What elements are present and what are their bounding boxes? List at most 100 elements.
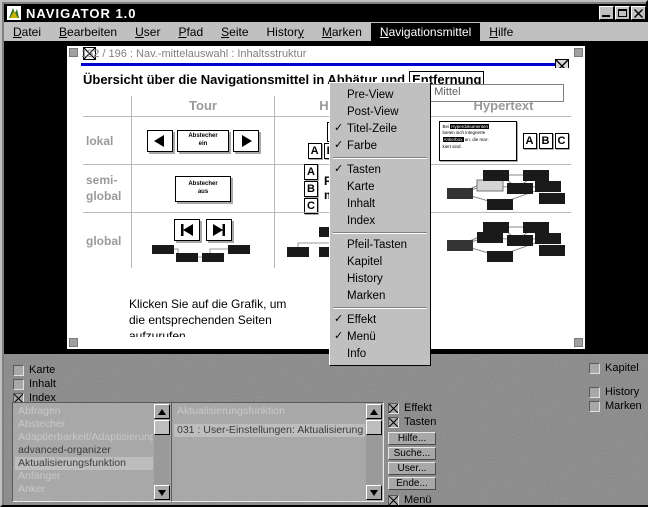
result-scroll-thumb[interactable] — [366, 420, 382, 435]
index-list[interactable]: Abfragen Abstecher Adaptierbarkeit/Adapt… — [15, 405, 153, 499]
maximize-button[interactable] — [615, 6, 630, 20]
letter-a[interactable]: A — [307, 143, 322, 159]
karte-checkbox-box[interactable] — [13, 364, 24, 376]
list-item[interactable]: Abfragen — [15, 405, 153, 418]
result-scroll-down-button[interactable] — [366, 485, 382, 500]
ht-letter-a[interactable]: A — [522, 132, 537, 149]
page-content: Übersicht über die Navigationsmittel in … — [81, 68, 571, 337]
close-button[interactable] — [631, 6, 646, 20]
list-item[interactable]: Anfänger — [15, 470, 153, 483]
menuitem-history[interactable]: History — [330, 270, 430, 287]
list-item[interactable]: Adaptierbarkeit/Adaptisierung — [15, 431, 153, 444]
caret-down-icon — [370, 489, 378, 496]
cell-hypertext-lokal[interactable]: Bei Hyperdokumenten bieten sich integrie… — [427, 116, 571, 164]
history-checkbox-box[interactable] — [589, 386, 600, 398]
ende-button[interactable]: Ende... — [388, 477, 436, 490]
menuitem-titel-zeile[interactable]: ✓ Titel-Zeile — [330, 120, 430, 137]
checkbox-menue[interactable]: Menü — [388, 494, 436, 505]
ht-letter-c[interactable]: C — [554, 132, 569, 149]
rs-letter-a[interactable]: A — [303, 163, 318, 180]
window-title-bar: NAVIGATOR 1.0 — [4, 4, 648, 22]
kapitel-checkbox-box[interactable] — [589, 362, 600, 374]
tasten-checkbox-box[interactable] — [388, 416, 399, 428]
result-item-selected[interactable]: 031 : User-Einstellungen: Aktualisierung — [174, 424, 365, 437]
menu-hilfe[interactable]: Hilfe — [480, 23, 522, 41]
ht-hl2: Ankerbox — [442, 137, 464, 143]
detour-on-button[interactable]: Abstecher ein — [177, 129, 229, 152]
minimize-button[interactable] — [599, 6, 614, 20]
navmittel-combo[interactable]: d. Mittel — [418, 84, 564, 102]
menuitem-index[interactable]: Index — [330, 212, 430, 229]
list-item[interactable]: Anmerkungen — [15, 496, 153, 499]
marken-checkbox-box[interactable] — [589, 400, 600, 412]
cell-tour-semiglobal[interactable]: Abstecher aus — [131, 164, 274, 212]
effekt-checkbox-box[interactable] — [388, 402, 399, 414]
menu-marken[interactable]: Marken — [313, 23, 371, 41]
result-list-panel: Aktualisierungsfunktion 031 : User-Einst… — [171, 402, 384, 502]
resize-handle-top-left[interactable] — [69, 48, 78, 57]
hypertext-anchor-box[interactable]: Bei Hyperdokumenten bieten sich integrie… — [438, 120, 517, 161]
menu-pfad[interactable]: Pfad — [169, 23, 212, 41]
menuitem-kapitel[interactable]: Kapitel — [330, 253, 430, 270]
prev-arrow-button[interactable] — [147, 129, 173, 152]
resize-handle-bottom-left[interactable] — [69, 338, 78, 347]
menuitem-pfeil-tasten[interactable]: Pfeil-Tasten — [330, 236, 430, 253]
list-item[interactable]: advanced-organizer — [15, 444, 153, 457]
ht-text3: an, die mar- — [464, 137, 489, 143]
ht-letter-b[interactable]: B — [538, 132, 553, 149]
checkbox-tasten[interactable]: Tasten — [388, 416, 436, 428]
menuitem-effekt[interactable]: ✓ Effekt — [330, 311, 430, 328]
suche-button[interactable]: Suche... — [388, 447, 436, 460]
result-list[interactable]: Aktualisierungsfunktion 031 : User-Einst… — [174, 405, 365, 499]
resize-handle-top-right[interactable] — [574, 48, 583, 57]
menue-checkbox-box[interactable] — [388, 494, 399, 505]
scroll-thumb[interactable] — [154, 420, 170, 435]
index-scrollbar[interactable] — [154, 404, 170, 500]
menuitem-info[interactable]: Info — [330, 345, 430, 362]
menu-user[interactable]: User — [126, 23, 169, 41]
menuitem-pre-view[interactable]: Pre-View — [330, 86, 430, 103]
scroll-down-button[interactable] — [154, 485, 170, 500]
next-arrow-button[interactable] — [233, 129, 259, 152]
first-page-button[interactable] — [174, 219, 200, 241]
result-scroll-up-button[interactable] — [366, 404, 382, 419]
checkbox-kapitel[interactable]: Kapitel — [589, 362, 639, 374]
result-scrollbar[interactable] — [366, 404, 382, 500]
checkbox-karte[interactable]: Karte — [13, 364, 56, 376]
matrix-row-lokal: lokal Abstecher ein A Bei Hyperdokumente… — [83, 116, 571, 164]
checkbox-marken[interactable]: Marken — [589, 400, 642, 412]
menu-datei[interactable]: Datei — [4, 23, 50, 41]
scroll-up-button[interactable] — [154, 404, 170, 419]
menuitem-tasten[interactable]: ✓ Tasten — [330, 161, 430, 178]
list-item[interactable]: Abstecher — [15, 418, 153, 431]
menu-bearbeiten[interactable]: Bearbeiten — [50, 23, 126, 41]
list-item[interactable]: Anker — [15, 483, 153, 496]
inhalt-checkbox-box[interactable] — [13, 378, 24, 390]
menuitem-menue[interactable]: ✓ Menü — [330, 328, 430, 345]
rs-letter-b[interactable]: B — [303, 180, 318, 197]
resize-handle-bottom-right[interactable] — [574, 338, 583, 347]
hilfe-button[interactable]: Hilfe... — [388, 432, 436, 445]
left-arrow-icon — [154, 134, 164, 147]
menu-history[interactable]: History — [258, 23, 313, 41]
menu-seite[interactable]: Seite — [212, 23, 257, 41]
checkbox-history[interactable]: History — [589, 386, 642, 398]
last-page-button[interactable] — [206, 219, 232, 241]
cell-tour-global[interactable] — [131, 212, 274, 268]
checkbox-inhalt[interactable]: Inhalt — [13, 378, 56, 390]
detour-off-button[interactable]: Abstecher aus — [175, 175, 231, 202]
list-item-selected[interactable]: Aktualisierungsfunktion — [15, 457, 153, 470]
cell-hypertext-global[interactable] — [427, 212, 571, 268]
cell-tour-lokal[interactable]: Abstecher ein — [131, 116, 274, 164]
menuitem-karte[interactable]: Karte — [330, 178, 430, 195]
user-button[interactable]: User... — [388, 462, 436, 475]
menuitem-post-view[interactable]: Post-View — [330, 103, 430, 120]
menuitem-inhalt[interactable]: Inhalt — [330, 195, 430, 212]
menuitem-farbe[interactable]: ✓ Farbe — [330, 137, 430, 154]
checkbox-karte-label: Karte — [29, 364, 56, 376]
menuitem-marken[interactable]: Marken — [330, 287, 430, 304]
menu-navigationsmittel[interactable]: Navigationsmittel — [370, 22, 481, 41]
checkbox-effekt[interactable]: Effekt — [388, 402, 436, 414]
cell-hypertext-semiglobal[interactable] — [427, 164, 571, 212]
menuitem-farbe-label: Farbe — [347, 139, 378, 152]
